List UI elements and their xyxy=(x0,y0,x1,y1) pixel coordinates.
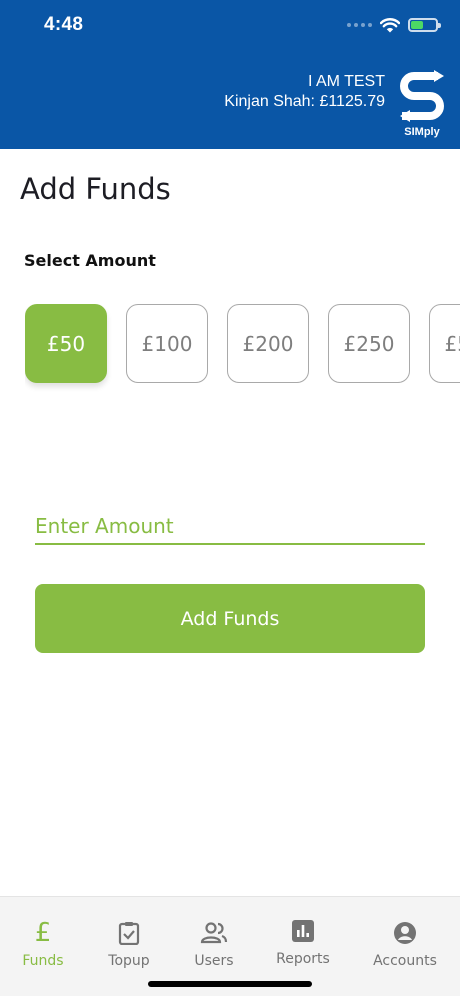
amount-option-200[interactable]: £200 xyxy=(227,304,309,383)
clipboard-check-icon xyxy=(83,919,175,947)
amount-option-250[interactable]: £250 xyxy=(328,304,410,383)
home-indicator xyxy=(148,981,312,987)
tab-funds[interactable]: £ Funds xyxy=(0,918,89,969)
battery-icon xyxy=(408,18,441,32)
status-time: 4:48 xyxy=(44,14,84,35)
tab-users[interactable]: Users xyxy=(168,919,260,969)
account-circle-icon xyxy=(359,919,451,947)
bar-chart-icon xyxy=(257,917,349,945)
app-header: 4:48 I AM TEST Kinjan Shah: £1125.79 SIM… xyxy=(0,0,460,149)
select-amount-label: Select Amount xyxy=(24,251,156,270)
tab-accounts-label: Accounts xyxy=(373,953,437,969)
tab-topup[interactable]: Topup xyxy=(83,919,175,969)
enter-amount-input[interactable] xyxy=(35,508,425,545)
amount-options: £50 £100 £200 £250 £500 xyxy=(25,304,460,396)
tab-accounts[interactable]: Accounts xyxy=(359,919,451,969)
tab-topup-label: Topup xyxy=(108,953,150,969)
cellular-signal-icon xyxy=(347,23,372,27)
amount-option-500[interactable]: £500 xyxy=(429,304,460,383)
users-icon xyxy=(168,919,260,947)
tab-reports[interactable]: Reports xyxy=(257,917,349,967)
account-balance: Kinjan Shah: £1125.79 xyxy=(224,93,385,110)
wifi-icon xyxy=(380,17,400,32)
add-funds-button[interactable]: Add Funds xyxy=(35,584,425,653)
account-info: I AM TEST Kinjan Shah: £1125.79 xyxy=(224,72,385,112)
amount-option-100[interactable]: £100 xyxy=(126,304,208,383)
logo-text: SIMply xyxy=(404,126,440,138)
tab-users-label: Users xyxy=(194,953,234,969)
tab-funds-label: Funds xyxy=(22,953,64,969)
status-icons xyxy=(347,15,441,35)
pound-icon: £ xyxy=(34,918,52,948)
page-title: Add Funds xyxy=(20,172,171,206)
account-name: I AM TEST xyxy=(307,73,385,90)
tab-reports-label: Reports xyxy=(276,951,330,967)
amount-option-50[interactable]: £50 xyxy=(25,304,107,383)
